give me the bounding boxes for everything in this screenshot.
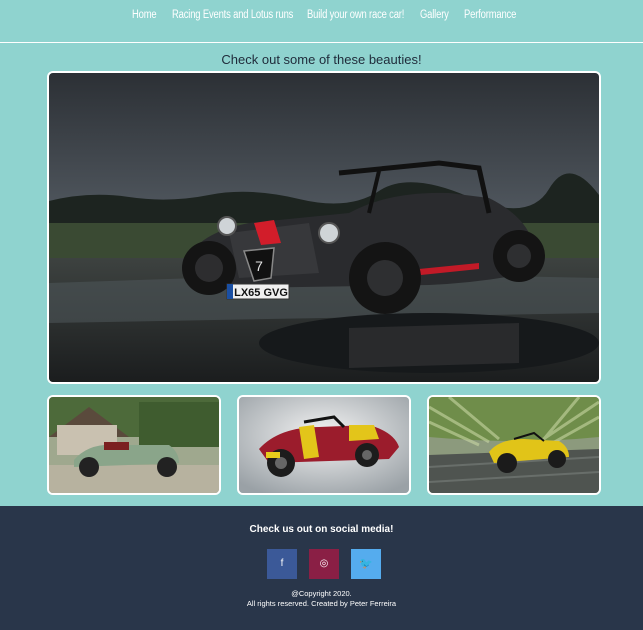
footer-title: Check us out on social media!	[249, 524, 394, 535]
nav-racing-events-link[interactable]: Racing Events and Lotus runs	[172, 9, 293, 21]
hero-car-image[interactable]: 7 LX65 GVG	[47, 71, 601, 384]
red-yellow-car-photo	[239, 397, 409, 493]
rights-text: All rights reserved. Created by Peter Fe…	[246, 599, 397, 608]
nav-home-link[interactable]: Home	[132, 9, 157, 21]
facebook-button[interactable]: f	[267, 549, 297, 579]
nav-build-race-car-link[interactable]: Build your own race car!	[307, 9, 404, 21]
vintage-green-car-photo	[49, 397, 219, 493]
nav-performance-link[interactable]: Performance	[464, 9, 516, 21]
hero-plate-text: LX65 GVG	[234, 287, 288, 299]
twitter-icon: 🐦	[359, 558, 373, 570]
gallery-thumbnail-3[interactable]	[427, 395, 601, 495]
instagram-icon: ◎	[319, 558, 329, 569]
gallery-heading: Check out some of these beauties!	[221, 52, 422, 67]
top-nav: Home Racing Events and Lotus runs Build …	[0, 0, 643, 43]
copyright-text: @Copyright 2020.	[291, 589, 352, 598]
gallery-thumbnail-1[interactable]	[47, 395, 221, 495]
hero-car-photo: 7 LX65 GVG	[49, 73, 599, 382]
instagram-button[interactable]: ◎	[309, 549, 339, 579]
facebook-icon: f	[280, 558, 284, 569]
site-footer: Check us out on social media! f ◎ 🐦 @Cop…	[0, 506, 643, 630]
yellow-speed-car-photo	[429, 397, 599, 493]
twitter-button[interactable]: 🐦	[351, 549, 381, 579]
hero-badge-text: 7	[255, 258, 263, 274]
gallery-thumbnail-2[interactable]	[237, 395, 411, 495]
nav-gallery-link[interactable]: Gallery	[420, 9, 449, 21]
